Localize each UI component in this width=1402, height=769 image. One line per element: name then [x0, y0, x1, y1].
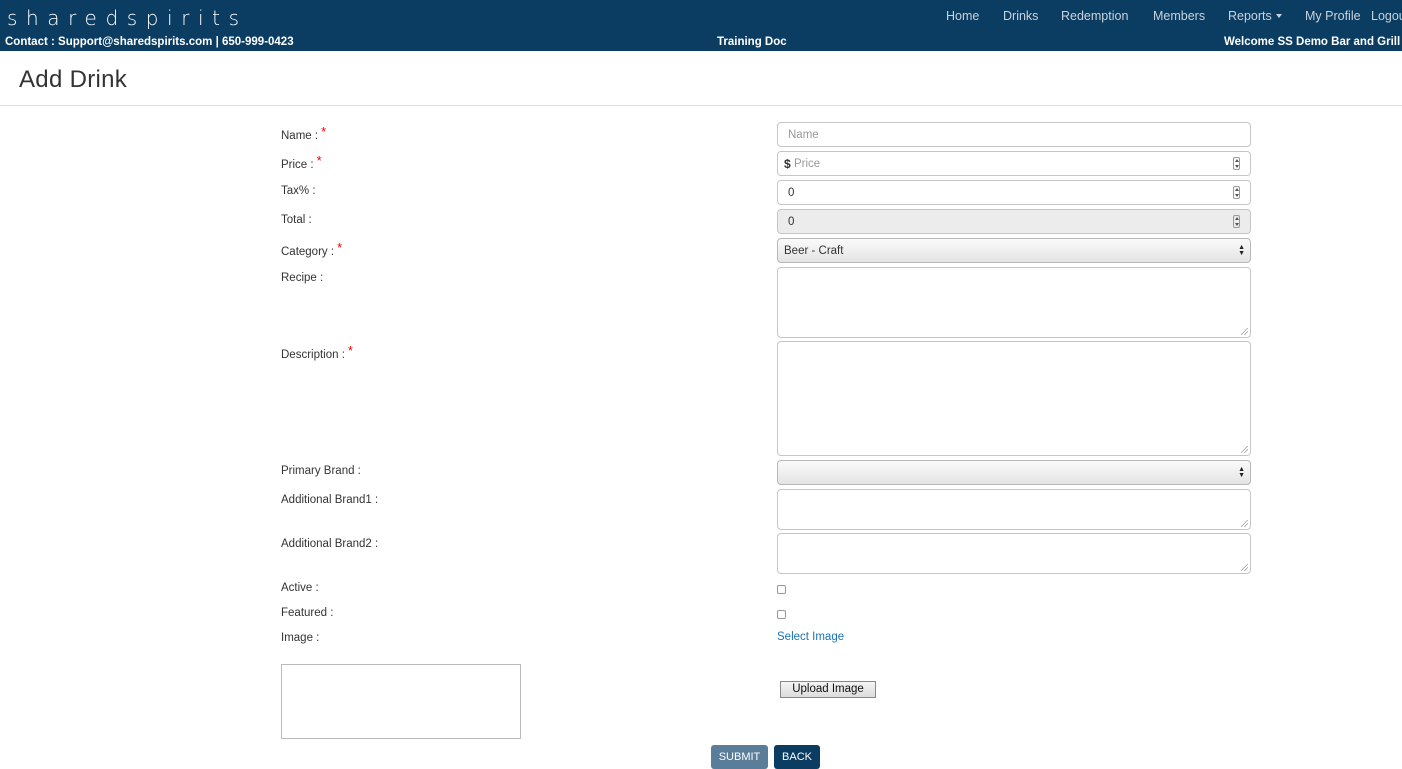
- nav-my-profile[interactable]: My Profile: [1305, 9, 1361, 23]
- page-title: Add Drink: [19, 66, 128, 93]
- nav-members[interactable]: Members: [1153, 9, 1205, 23]
- additional-brand1-label: Additional Brand1 :: [281, 494, 379, 506]
- category-select[interactable]: Beer - Craft ▲ ▼: [777, 238, 1251, 263]
- primary-brand-label: Primary Brand :: [281, 465, 361, 477]
- active-label: Active :: [281, 582, 319, 594]
- select-arrows-icon: ▲ ▼: [1238, 244, 1245, 257]
- price-label: Price : *: [281, 153, 322, 171]
- required-asterisk: *: [347, 343, 353, 358]
- nav-home[interactable]: Home: [946, 9, 979, 23]
- resize-grip-icon[interactable]: [1241, 564, 1248, 571]
- image-preview: [281, 664, 521, 739]
- spinner-icon[interactable]: [1233, 157, 1240, 170]
- required-asterisk: *: [337, 240, 343, 255]
- price-placeholder: Price: [794, 158, 821, 170]
- price-input[interactable]: $ Price: [777, 151, 1251, 176]
- category-value: Beer - Craft: [784, 245, 844, 257]
- name-input[interactable]: Name: [777, 122, 1251, 147]
- spinner-icon: [1233, 215, 1240, 228]
- category-label-text: Category :: [281, 246, 335, 258]
- back-button[interactable]: BACK: [774, 745, 820, 769]
- dollar-icon: $: [784, 157, 791, 171]
- caret-down-icon: [1275, 14, 1282, 18]
- image-label: Image :: [281, 632, 320, 644]
- contact-info: Contact : Support@sharedspirits.com | 65…: [5, 36, 294, 48]
- tax-input[interactable]: 0: [777, 180, 1251, 205]
- nav-logout[interactable]: Logout: [1371, 9, 1402, 23]
- recipe-textarea[interactable]: [777, 267, 1251, 338]
- total-label: Total :: [281, 214, 312, 226]
- training-doc-link[interactable]: Training Doc: [717, 36, 787, 48]
- top-navbar: sharedspirits Home Drinks Redemption Mem…: [0, 0, 1402, 51]
- nav-reports-label: Reports: [1228, 9, 1272, 23]
- primary-brand-select[interactable]: ▲ ▼: [777, 460, 1251, 485]
- nav-redemption[interactable]: Redemption: [1061, 9, 1128, 23]
- tax-label: Tax% :: [281, 185, 316, 197]
- price-label-text: Price :: [281, 159, 314, 171]
- info-bar: Contact : Support@sharedspirits.com | 65…: [0, 36, 1402, 50]
- required-asterisk: *: [316, 153, 322, 168]
- description-label-text: Description :: [281, 349, 345, 361]
- featured-checkbox[interactable]: [777, 610, 786, 619]
- resize-grip-icon[interactable]: [1241, 520, 1248, 527]
- resize-grip-icon[interactable]: [1241, 328, 1248, 335]
- submit-button[interactable]: SUBMIT: [711, 745, 768, 769]
- category-label: Category : *: [281, 240, 343, 258]
- description-textarea[interactable]: [777, 341, 1251, 456]
- total-value: 0: [788, 216, 795, 228]
- additional-brand2-label: Additional Brand2 :: [281, 538, 379, 550]
- name-label-text: Name :: [281, 130, 319, 142]
- recipe-label: Recipe :: [281, 272, 324, 284]
- upload-image-button[interactable]: Upload Image: [780, 681, 876, 698]
- spinner-icon[interactable]: [1233, 186, 1240, 199]
- select-image-link[interactable]: Select Image: [777, 631, 844, 643]
- nav-drinks[interactable]: Drinks: [1003, 9, 1038, 23]
- nav-reports[interactable]: Reports: [1228, 9, 1282, 23]
- required-asterisk: *: [321, 124, 327, 139]
- description-label: Description : *: [281, 343, 353, 361]
- resize-grip-icon[interactable]: [1241, 446, 1248, 453]
- select-arrows-icon: ▲ ▼: [1238, 466, 1245, 479]
- additional-brand2-textarea[interactable]: [777, 533, 1251, 574]
- title-divider: [0, 105, 1402, 106]
- additional-brand1-textarea[interactable]: [777, 489, 1251, 530]
- active-checkbox[interactable]: [777, 585, 786, 594]
- name-placeholder: Name: [788, 129, 819, 141]
- featured-label: Featured :: [281, 607, 334, 619]
- welcome-text: Welcome SS Demo Bar and Grill: [1224, 36, 1401, 48]
- tax-value: 0: [788, 187, 795, 199]
- total-input: 0: [777, 209, 1251, 234]
- main-nav: Home Drinks Redemption Members Reports M…: [0, 9, 1402, 27]
- name-label: Name : *: [281, 124, 327, 142]
